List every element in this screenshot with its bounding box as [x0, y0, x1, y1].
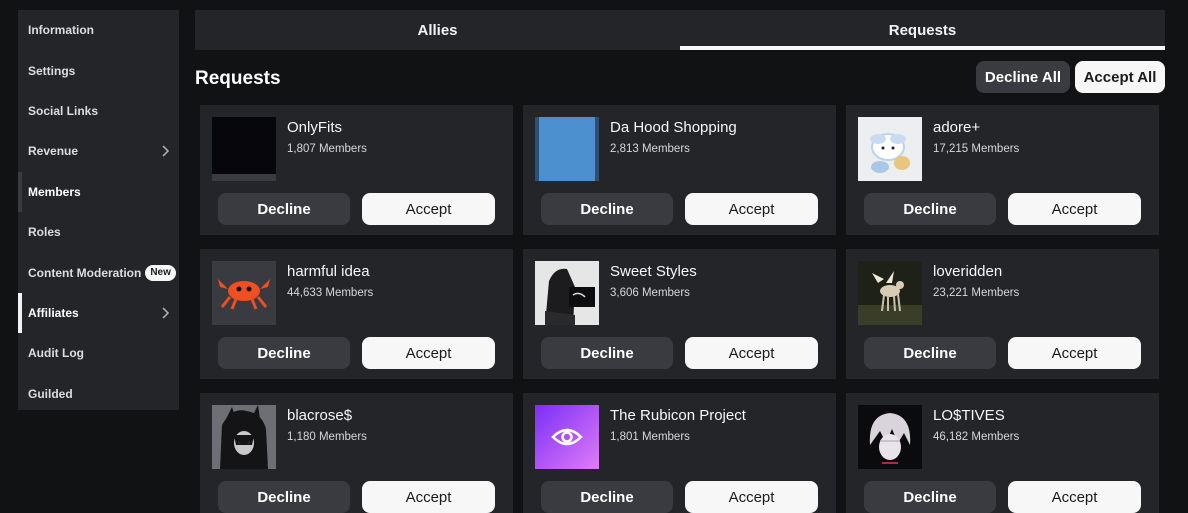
request-card: harmful idea 44,633 Members Decline Acce…: [200, 249, 513, 379]
decline-button[interactable]: Decline: [864, 481, 996, 513]
member-count: 1,807 Members: [287, 143, 367, 155]
decline-button[interactable]: Decline: [864, 337, 996, 369]
sidebar-item-guilded[interactable]: Guilded: [18, 374, 179, 414]
decline-button[interactable]: Decline: [541, 193, 673, 225]
accept-button[interactable]: Accept: [1008, 337, 1141, 369]
server-avatar: [212, 261, 276, 325]
tab-bar: Allies Requests: [195, 10, 1165, 50]
sidebar-item-label: Revenue: [28, 144, 79, 159]
accept-button[interactable]: Accept: [685, 337, 818, 369]
server-name: harmful idea: [287, 263, 370, 280]
server-name: adore+: [933, 119, 981, 136]
server-avatar: [535, 261, 599, 325]
sidebar-item-label: Affiliates: [28, 305, 79, 320]
member-count: 2,813 Members: [610, 143, 690, 155]
server-avatar: [858, 405, 922, 469]
new-badge: New: [145, 264, 176, 281]
request-card: OnlyFits 1,807 Members Decline Accept: [200, 105, 513, 235]
server-avatar: [858, 117, 922, 181]
decline-button[interactable]: Decline: [541, 337, 673, 369]
sidebar-item-social-links[interactable]: Social Links: [18, 91, 179, 131]
server-name: blacrose$: [287, 407, 353, 424]
sidebar-item-label: Audit Log: [28, 346, 84, 361]
page-title: Requests: [195, 68, 281, 89]
sidebar-item-content-moderation[interactable]: Content Moderation New: [18, 252, 179, 292]
request-card: Da Hood Shopping 2,813 Members Decline A…: [523, 105, 836, 235]
accept-button[interactable]: Accept: [362, 337, 495, 369]
member-count: 23,221 Members: [933, 287, 1020, 299]
request-card: adore+ 17,215 Members Decline Accept: [846, 105, 1159, 235]
request-card: blacrose$ 1,180 Members Decline Accept: [200, 393, 513, 513]
request-card: The Rubicon Project 1,801 Members Declin…: [523, 393, 836, 513]
server-name: Sweet Styles: [610, 263, 697, 280]
decline-all-button[interactable]: Decline All: [976, 61, 1070, 93]
sidebar-item-audit-log[interactable]: Audit Log: [18, 333, 179, 373]
sidebar-item-affiliates[interactable]: Affiliates: [18, 292, 179, 333]
server-name: OnlyFits: [287, 119, 343, 136]
member-count: 44,633 Members: [287, 287, 374, 299]
chevron-right-icon: [162, 145, 170, 157]
sidebar-item-label: Social Links: [28, 103, 99, 118]
decline-button[interactable]: Decline: [218, 193, 350, 225]
sidebar-item-members[interactable]: Members: [18, 171, 179, 212]
sidebar-item-label: Guilded: [28, 386, 73, 401]
chevron-right-icon: [162, 307, 170, 319]
member-count: 46,182 Members: [933, 431, 1020, 443]
sidebar: Information Settings Social Links Revenu…: [18, 10, 179, 410]
server-avatar: [858, 261, 922, 325]
sidebar-item-label: Content Moderation: [28, 265, 142, 280]
sidebar-item-label: Roles: [28, 225, 61, 240]
request-card: loveridden 23,221 Members Decline Accept: [846, 249, 1159, 379]
decline-button[interactable]: Decline: [864, 193, 996, 225]
active-indicator: [18, 171, 22, 212]
request-card: LO$TIVES 46,182 Members Decline Accept: [846, 393, 1159, 513]
decline-button[interactable]: Decline: [541, 481, 673, 513]
accept-button[interactable]: Accept: [685, 193, 818, 225]
decline-button[interactable]: Decline: [218, 481, 350, 513]
accept-button[interactable]: Accept: [1008, 481, 1141, 513]
tab-requests[interactable]: Requests: [680, 10, 1165, 50]
active-indicator: [18, 292, 22, 333]
sidebar-item-label: Members: [28, 184, 81, 199]
accept-button[interactable]: Accept: [1008, 193, 1141, 225]
accept-button[interactable]: Accept: [685, 481, 818, 513]
server-name: The Rubicon Project: [610, 407, 746, 424]
sidebar-item-settings[interactable]: Settings: [18, 50, 179, 90]
sidebar-item-label: Settings: [28, 63, 76, 78]
request-card: Sweet Styles 3,606 Members Decline Accep…: [523, 249, 836, 379]
sidebar-item-roles[interactable]: Roles: [18, 212, 179, 252]
request-grid: OnlyFits 1,807 Members Decline Accept Da…: [200, 105, 1160, 513]
server-name: loveridden: [933, 263, 1003, 280]
server-name: Da Hood Shopping: [610, 119, 737, 136]
sidebar-item-information[interactable]: Information: [18, 10, 179, 50]
server-avatar: [212, 405, 276, 469]
server-name: LO$TIVES: [933, 407, 1005, 424]
accept-button[interactable]: Accept: [362, 193, 495, 225]
member-count: 1,801 Members: [610, 431, 690, 443]
accept-all-button[interactable]: Accept All: [1075, 61, 1165, 93]
sidebar-item-revenue[interactable]: Revenue: [18, 131, 179, 171]
tab-allies[interactable]: Allies: [195, 10, 680, 50]
decline-button[interactable]: Decline: [218, 337, 350, 369]
member-count: 17,215 Members: [933, 143, 1020, 155]
server-avatar: [535, 405, 599, 469]
server-avatar: [535, 117, 599, 181]
member-count: 1,180 Members: [287, 431, 367, 443]
member-count: 3,606 Members: [610, 287, 690, 299]
server-avatar: [212, 117, 276, 181]
accept-button[interactable]: Accept: [362, 481, 495, 513]
sidebar-item-label: Information: [28, 23, 94, 38]
